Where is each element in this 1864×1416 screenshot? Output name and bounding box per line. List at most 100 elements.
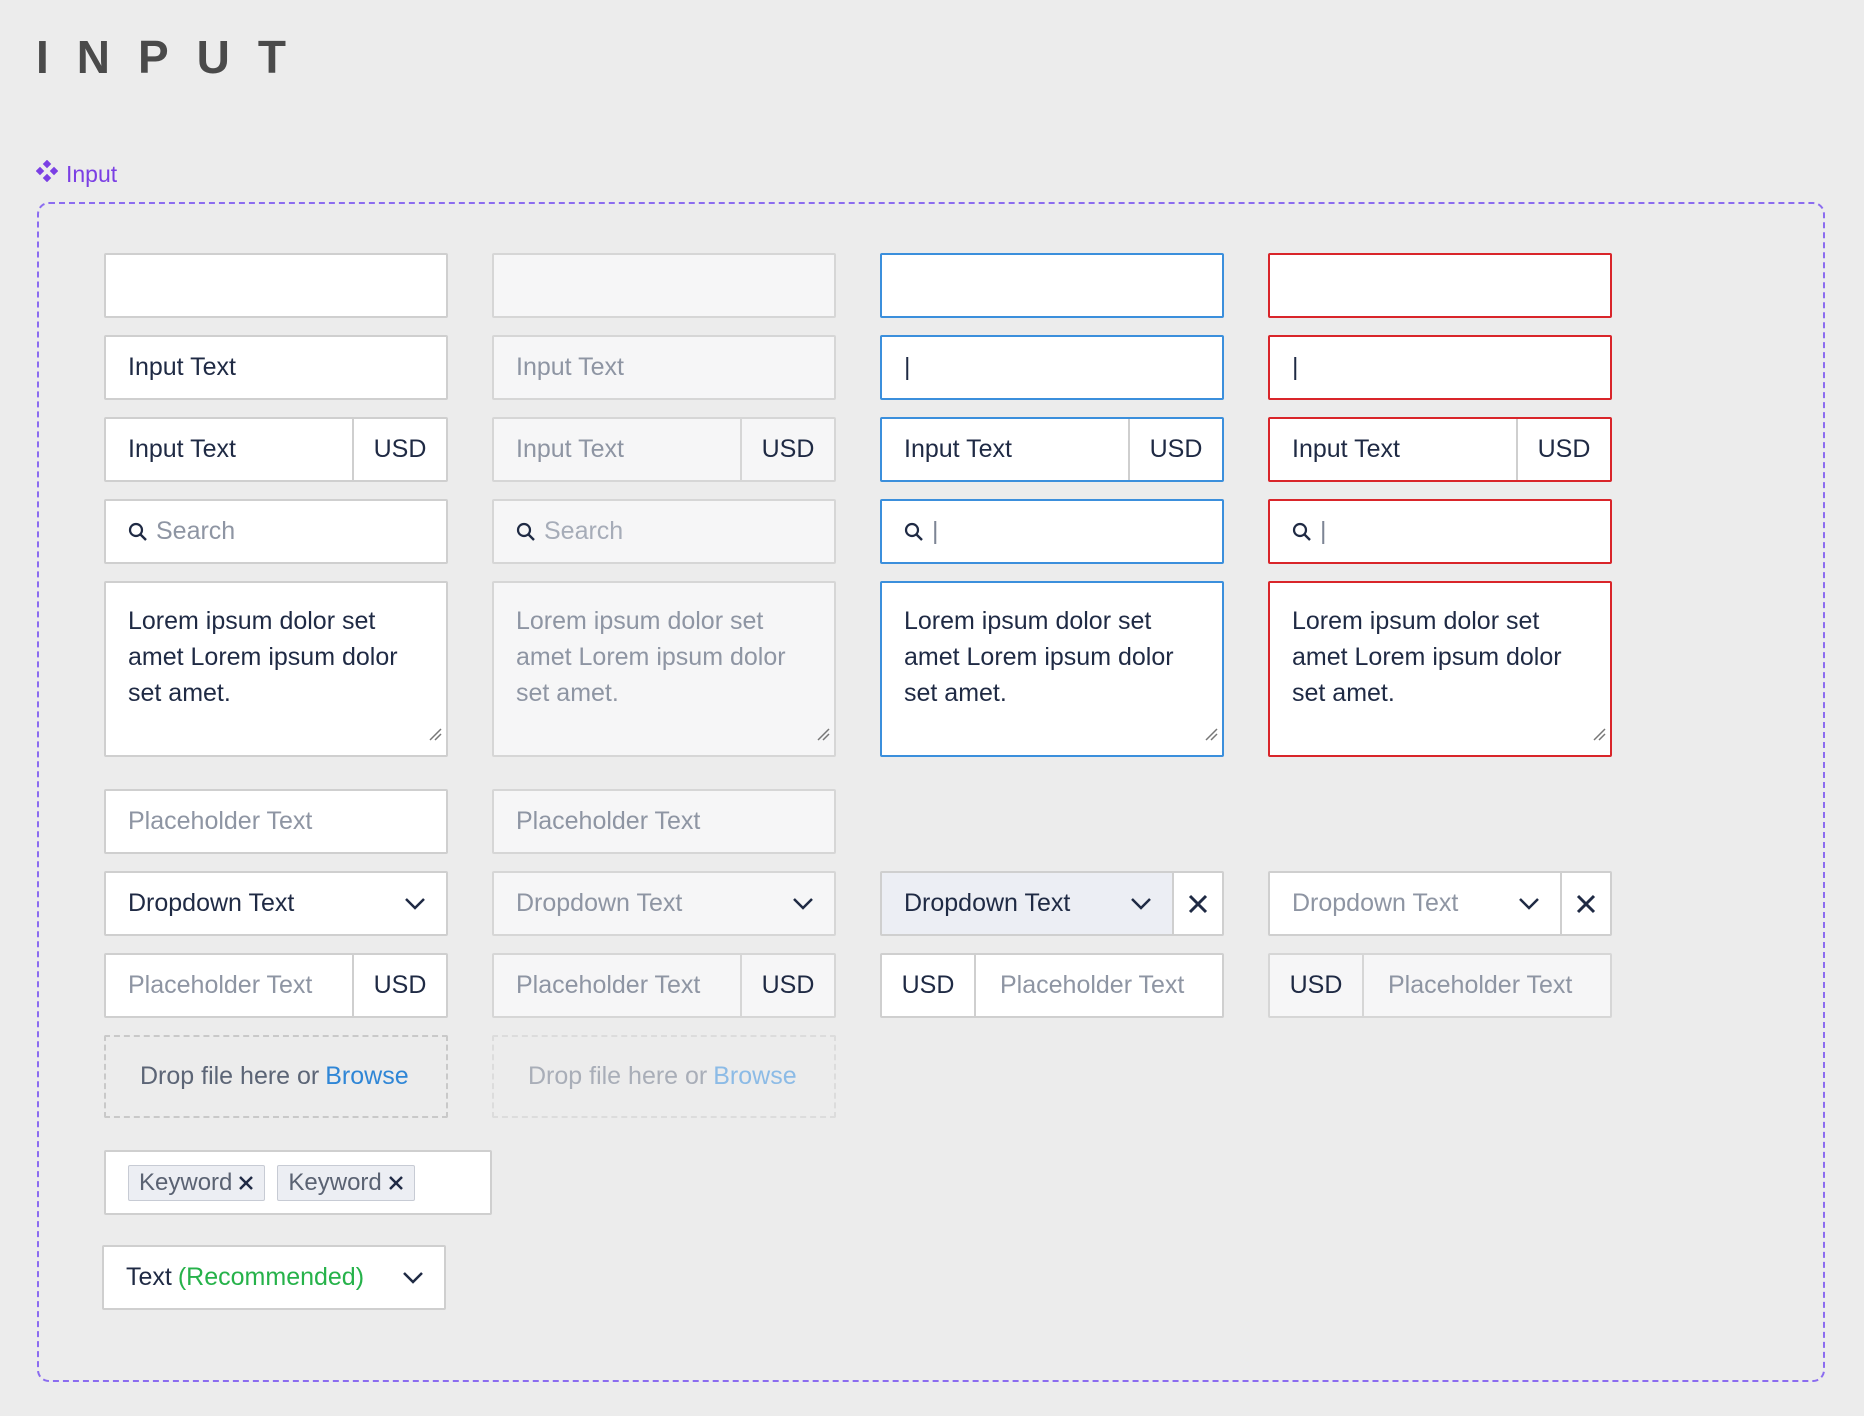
currency-suffix: USD: [740, 955, 834, 1016]
resize-handle-icon[interactable]: [1592, 715, 1606, 751]
currency-suffix: USD: [1516, 419, 1610, 480]
file-dropzone-disabled[interactable]: Drop file here or Browse: [492, 1035, 836, 1118]
dropdown-default[interactable]: Dropdown Text: [104, 871, 448, 936]
currency-input-value: Input Text: [128, 435, 236, 463]
textarea-line: set amet.: [128, 679, 231, 707]
currency-suffix: USD: [1128, 419, 1222, 480]
close-icon: [1576, 894, 1596, 913]
dropzone-text: Drop file here or: [140, 1062, 320, 1090]
chevron-down-icon: [792, 897, 814, 911]
currency-prefix: USD: [1270, 955, 1364, 1016]
search-placeholder: Search: [156, 517, 236, 545]
browse-link[interactable]: Browse: [325, 1062, 408, 1091]
textarea-line: Lorem ipsum dolor set: [516, 607, 764, 635]
search-input-error[interactable]: |: [1268, 499, 1612, 564]
placeholder-text: Placeholder Text: [128, 971, 313, 999]
search-placeholder: Search: [544, 517, 624, 545]
text-cursor: |: [904, 353, 911, 381]
currency-suffix: USD: [740, 419, 834, 480]
keyword-input[interactable]: Keyword Keyword: [104, 1150, 492, 1215]
textarea-focus[interactable]: Lorem ipsum dolor set amet Lorem ipsum d…: [880, 581, 1224, 757]
resize-handle-icon[interactable]: [1204, 715, 1218, 751]
currency-input-error[interactable]: Input Text USD: [1268, 417, 1612, 482]
empty-input-focus[interactable]: [880, 253, 1224, 318]
search-icon: [1292, 522, 1312, 542]
dropdown-clearable-active[interactable]: Dropdown Text: [880, 871, 1224, 936]
select-value: Text: [126, 1263, 172, 1291]
dropdown-value: Dropdown Text: [904, 889, 1071, 917]
resize-handle-icon[interactable]: [428, 715, 442, 751]
search-icon: [904, 522, 924, 542]
textarea-line: set amet.: [904, 679, 1007, 707]
clear-button[interactable]: [1172, 873, 1222, 934]
resize-handle-icon[interactable]: [816, 715, 830, 751]
currency-placeholder-disabled[interactable]: Placeholder Text USD: [492, 953, 836, 1018]
placeholder-text: Placeholder Text: [516, 971, 701, 999]
file-dropzone[interactable]: Drop file here or Browse: [104, 1035, 448, 1118]
text-cursor: |: [1292, 353, 1299, 381]
clear-button[interactable]: [1560, 873, 1610, 934]
currency-input-focus[interactable]: Input Text USD: [880, 417, 1224, 482]
close-icon: [1188, 894, 1208, 913]
textarea-line: amet Lorem ipsum dolor: [128, 643, 398, 671]
currency-input-value: Input Text: [1292, 435, 1400, 463]
empty-input-disabled[interactable]: [492, 253, 836, 318]
currency-input-value: Input Text: [904, 435, 1012, 463]
placeholder-input-disabled[interactable]: Placeholder Text: [492, 789, 836, 854]
close-icon[interactable]: [238, 1175, 254, 1191]
dropdown-value: Dropdown Text: [1292, 889, 1459, 917]
component-label-text: Input: [66, 160, 118, 187]
recommended-select[interactable]: Text (Recommended): [102, 1245, 446, 1310]
component-label: Input: [35, 159, 118, 188]
text-input-focus[interactable]: |: [880, 335, 1224, 400]
search-icon: [128, 522, 148, 542]
page-title: INPUT: [36, 31, 314, 83]
component-icon: [35, 159, 59, 188]
search-input-focus[interactable]: |: [880, 499, 1224, 564]
text-input-error[interactable]: |: [1268, 335, 1612, 400]
close-icon[interactable]: [388, 1175, 404, 1191]
text-input-default[interactable]: Input Text: [104, 335, 448, 400]
placeholder-text: Placeholder Text: [128, 807, 313, 835]
currency-prefix-input[interactable]: USD Placeholder Text: [880, 953, 1224, 1018]
placeholder-text: Placeholder Text: [516, 807, 701, 835]
currency-input-default[interactable]: Input Text USD: [104, 417, 448, 482]
search-input-disabled[interactable]: Search: [492, 499, 836, 564]
dropdown-clearable[interactable]: Dropdown Text: [1268, 871, 1612, 936]
keyword-tag: Keyword: [277, 1164, 415, 1201]
text-input-disabled[interactable]: Input Text: [492, 335, 836, 400]
currency-prefix-input-disabled[interactable]: USD Placeholder Text: [1268, 953, 1612, 1018]
currency-input-disabled[interactable]: Input Text USD: [492, 417, 836, 482]
currency-input-value: Input Text: [516, 435, 624, 463]
keyword-tag-label: Keyword: [288, 1168, 382, 1196]
search-icon: [516, 522, 536, 542]
dropdown-value: Dropdown Text: [128, 889, 295, 917]
textarea-line: Lorem ipsum dolor set: [128, 607, 376, 635]
textarea-line: set amet.: [516, 679, 619, 707]
dropdown-value: Dropdown Text: [516, 889, 683, 917]
currency-prefix: USD: [882, 955, 976, 1016]
search-cursor: |: [932, 517, 939, 545]
textarea-line: set amet.: [1292, 679, 1395, 707]
placeholder-text: Placeholder Text: [1388, 971, 1573, 999]
placeholder-input-default[interactable]: Placeholder Text: [104, 789, 448, 854]
browse-link[interactable]: Browse: [713, 1062, 796, 1091]
chevron-down-icon: [1130, 897, 1152, 911]
textarea-default[interactable]: Lorem ipsum dolor set amet Lorem ipsum d…: [104, 581, 448, 757]
currency-placeholder-default[interactable]: Placeholder Text USD: [104, 953, 448, 1018]
select-hint: (Recommended): [177, 1263, 365, 1291]
currency-suffix: USD: [352, 955, 446, 1016]
keyword-tag: Keyword: [128, 1164, 266, 1201]
search-input-default[interactable]: Search: [104, 499, 448, 564]
textarea-error[interactable]: Lorem ipsum dolor set amet Lorem ipsum d…: [1268, 581, 1612, 757]
currency-suffix: USD: [352, 419, 446, 480]
textarea-line: amet Lorem ipsum dolor: [1292, 643, 1562, 671]
textarea-disabled[interactable]: Lorem ipsum dolor set amet Lorem ipsum d…: [492, 581, 836, 757]
empty-input-default[interactable]: [104, 253, 448, 318]
dropdown-disabled[interactable]: Dropdown Text: [492, 871, 836, 936]
chevron-down-icon: [404, 897, 426, 911]
textarea-line: Lorem ipsum dolor set: [1292, 607, 1540, 635]
dropzone-text: Drop file here or: [528, 1062, 708, 1090]
search-cursor: |: [1320, 517, 1327, 545]
empty-input-error[interactable]: [1268, 253, 1612, 318]
